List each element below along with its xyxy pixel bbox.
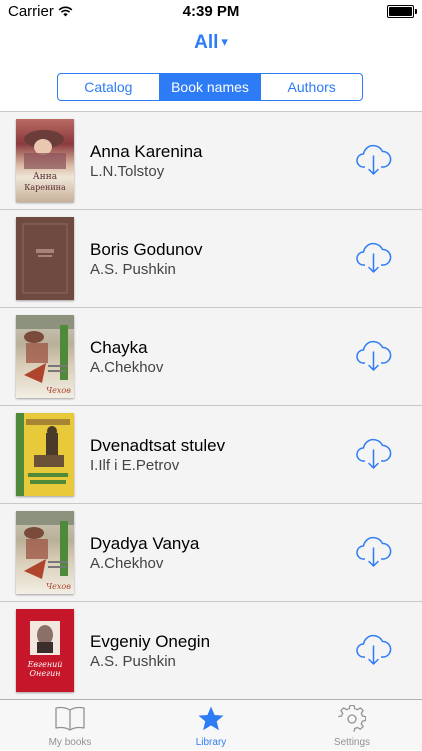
tab-settings[interactable]: Settings	[282, 700, 422, 751]
gear-icon	[338, 705, 366, 732]
list-item[interactable]: Dvenadtsat stulev I.Ilf i E.Petrov	[0, 406, 422, 504]
battery-icon	[387, 5, 417, 18]
book-icon	[55, 706, 85, 731]
book-title: Dyadya Vanya	[90, 534, 200, 553]
svg-text:Каренина: Каренина	[24, 183, 66, 192]
book-cover: Анна Каренина	[16, 119, 74, 202]
book-title: Evgeniy Onegin	[90, 632, 211, 651]
svg-text:Чехов: Чехов	[46, 582, 71, 591]
book-author: I.Ilf i E.Petrov	[90, 457, 180, 474]
book-cover	[16, 217, 74, 300]
list-item[interactable]: Boris Godunov A.S. Pushkin	[0, 210, 422, 308]
book-cover: Чехов	[16, 315, 74, 398]
segment-catalog[interactable]: Catalog	[58, 74, 160, 100]
list-item[interactable]: Евгений Онегин Evgeniy Onegin A.S. Pushk…	[0, 602, 422, 699]
tab-label: My books	[48, 737, 92, 748]
book-title: Dvenadtsat stulev	[90, 436, 226, 455]
tab-bar: My books Library Settings	[0, 699, 422, 750]
tab-label: Library	[195, 737, 227, 748]
book-cover: Чехов	[16, 511, 74, 594]
cover-art: Чехов	[16, 511, 74, 591]
tab-my-books[interactable]: My books	[0, 700, 140, 751]
segmented-control: Catalog Book names Authors	[57, 73, 363, 101]
svg-text:Анна: Анна	[33, 172, 58, 182]
list-item[interactable]: Анна Каренина Anna Karenina L.N.Tolstoy	[0, 112, 422, 210]
status-bar: Carrier 4:39 PM	[0, 0, 422, 24]
list-item[interactable]: Чехов Dyadya Vanya A.Chekhov	[0, 504, 422, 602]
cloud-download-icon[interactable]	[355, 534, 392, 569]
cover-art	[16, 413, 70, 496]
cloud-download-icon[interactable]	[355, 240, 392, 275]
cover-art	[22, 223, 68, 294]
tab-label: Settings	[333, 737, 371, 748]
book-author: A.Chekhov	[90, 555, 164, 572]
cloud-download-icon[interactable]	[355, 436, 392, 471]
book-author: A.S. Pushkin	[90, 261, 176, 278]
segment-authors[interactable]: Authors	[261, 74, 362, 100]
svg-text:Евгений: Евгений	[27, 660, 63, 669]
star-icon	[198, 706, 224, 731]
tab-library[interactable]: Library	[141, 700, 281, 751]
clock: 4:39 PM	[182, 3, 240, 20]
cloud-download-icon[interactable]	[355, 632, 392, 667]
filter-dropdown-label: All	[194, 32, 219, 53]
chevron-down-icon: ▾	[221, 34, 228, 49]
book-cover	[16, 413, 74, 496]
book-author: A.S. Pushkin	[90, 653, 176, 670]
filter-dropdown[interactable]: All ▾	[0, 32, 422, 54]
book-author: A.Chekhov	[90, 359, 164, 376]
book-title: Boris Godunov	[90, 240, 203, 259]
svg-text:Чехов: Чехов	[46, 386, 71, 395]
book-author: L.N.Tolstoy	[90, 163, 165, 180]
book-cover: Евгений Онегин	[16, 609, 74, 692]
svg-text:Онегин: Онегин	[29, 669, 60, 678]
cover-art: Анна Каренина	[24, 130, 66, 192]
book-title: Chayka	[90, 338, 148, 357]
list-item[interactable]: Чехов Chayka A.Chekhov	[0, 308, 422, 406]
cover-art: Евгений Онегин	[27, 621, 63, 678]
segment-book-names[interactable]: Book names	[159, 74, 262, 100]
book-title: Anna Karenina	[90, 142, 203, 161]
cloud-download-icon[interactable]	[355, 142, 392, 177]
cloud-download-icon[interactable]	[355, 338, 392, 373]
cover-art: Чехов	[16, 315, 74, 395]
book-list[interactable]: Анна Каренина Anna Karenina L.N.Tolstoy …	[0, 112, 422, 699]
